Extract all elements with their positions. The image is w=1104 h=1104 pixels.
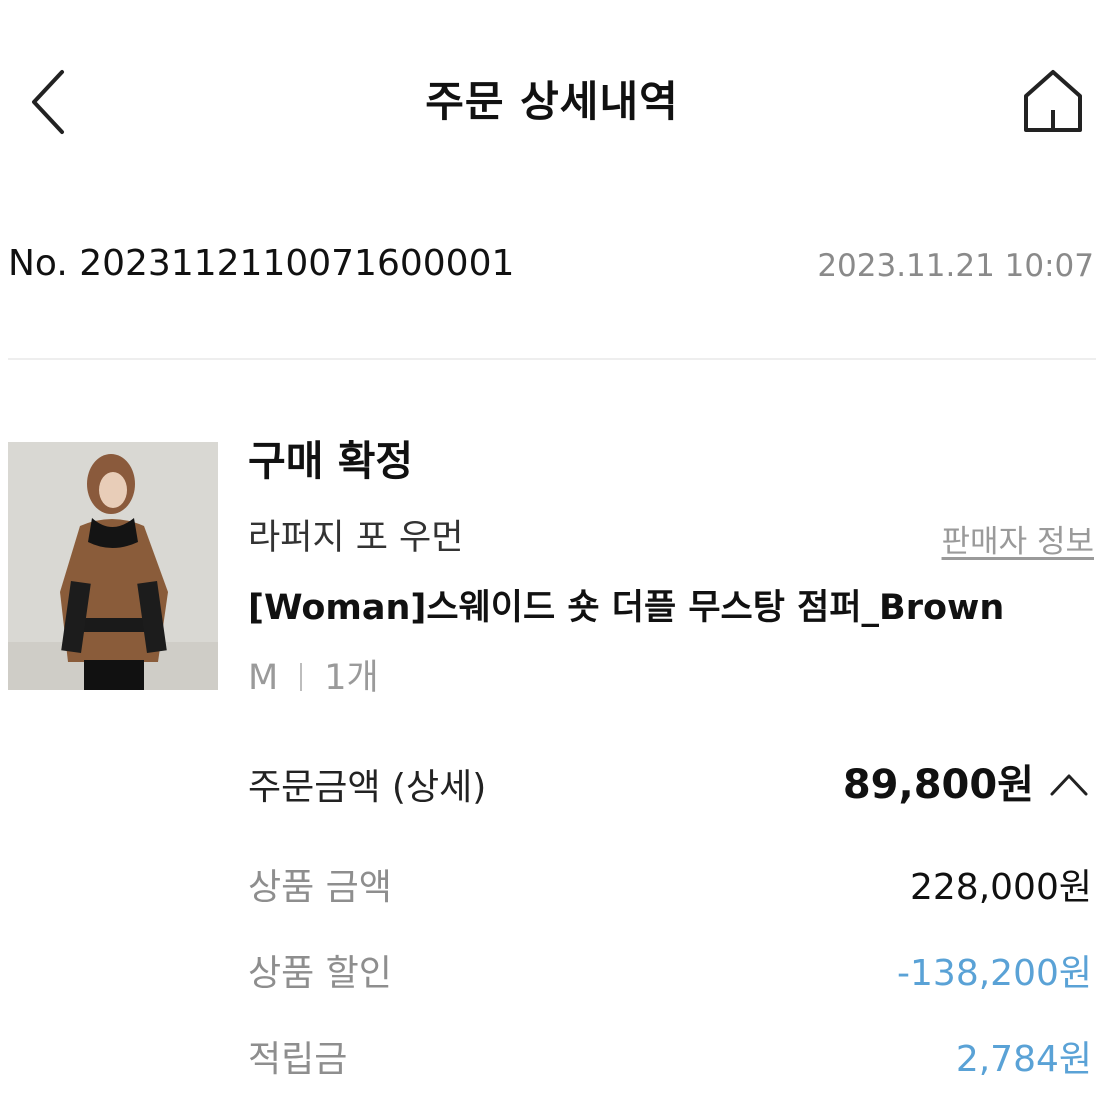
option-quantity: 1개	[324, 658, 379, 698]
page-title: 주문 상세내역	[425, 77, 679, 126]
home-icon	[1024, 70, 1082, 132]
product-options: M 1개	[248, 652, 379, 704]
divider	[8, 358, 1096, 360]
seller-info-link[interactable]: 판매자 정보	[942, 518, 1094, 566]
product-image[interactable]	[8, 442, 218, 690]
order-date: 2023.11.21 10:07	[817, 248, 1094, 284]
order-number: No. 2023112110071600001	[8, 243, 515, 284]
chevron-up-icon	[1050, 774, 1088, 796]
order-amount-label: 주문금액 (상세)	[248, 767, 487, 808]
order-status: 구매 확정	[248, 437, 414, 485]
order-amount-toggle[interactable]: 89,800원	[843, 756, 1092, 814]
order-amount-total: 89,800원	[842, 762, 1034, 808]
home-button[interactable]	[1018, 66, 1088, 136]
product-amount-value: 228,000원	[910, 867, 1092, 908]
option-size: M	[248, 658, 279, 698]
product-amount-label: 상품 금액	[248, 867, 392, 908]
points-value: 2,784원	[955, 1039, 1092, 1080]
option-separator	[300, 663, 303, 691]
product-discount-label: 상품 할인	[248, 953, 392, 994]
product-discount-value: -138,200원	[897, 953, 1092, 994]
product-name[interactable]: [Woman]스웨이드 숏 더플 무스탕 점퍼_Brown	[248, 582, 1004, 634]
brand-name[interactable]: 라퍼지 포 우먼	[248, 512, 463, 564]
points-label: 적립금	[248, 1039, 348, 1080]
